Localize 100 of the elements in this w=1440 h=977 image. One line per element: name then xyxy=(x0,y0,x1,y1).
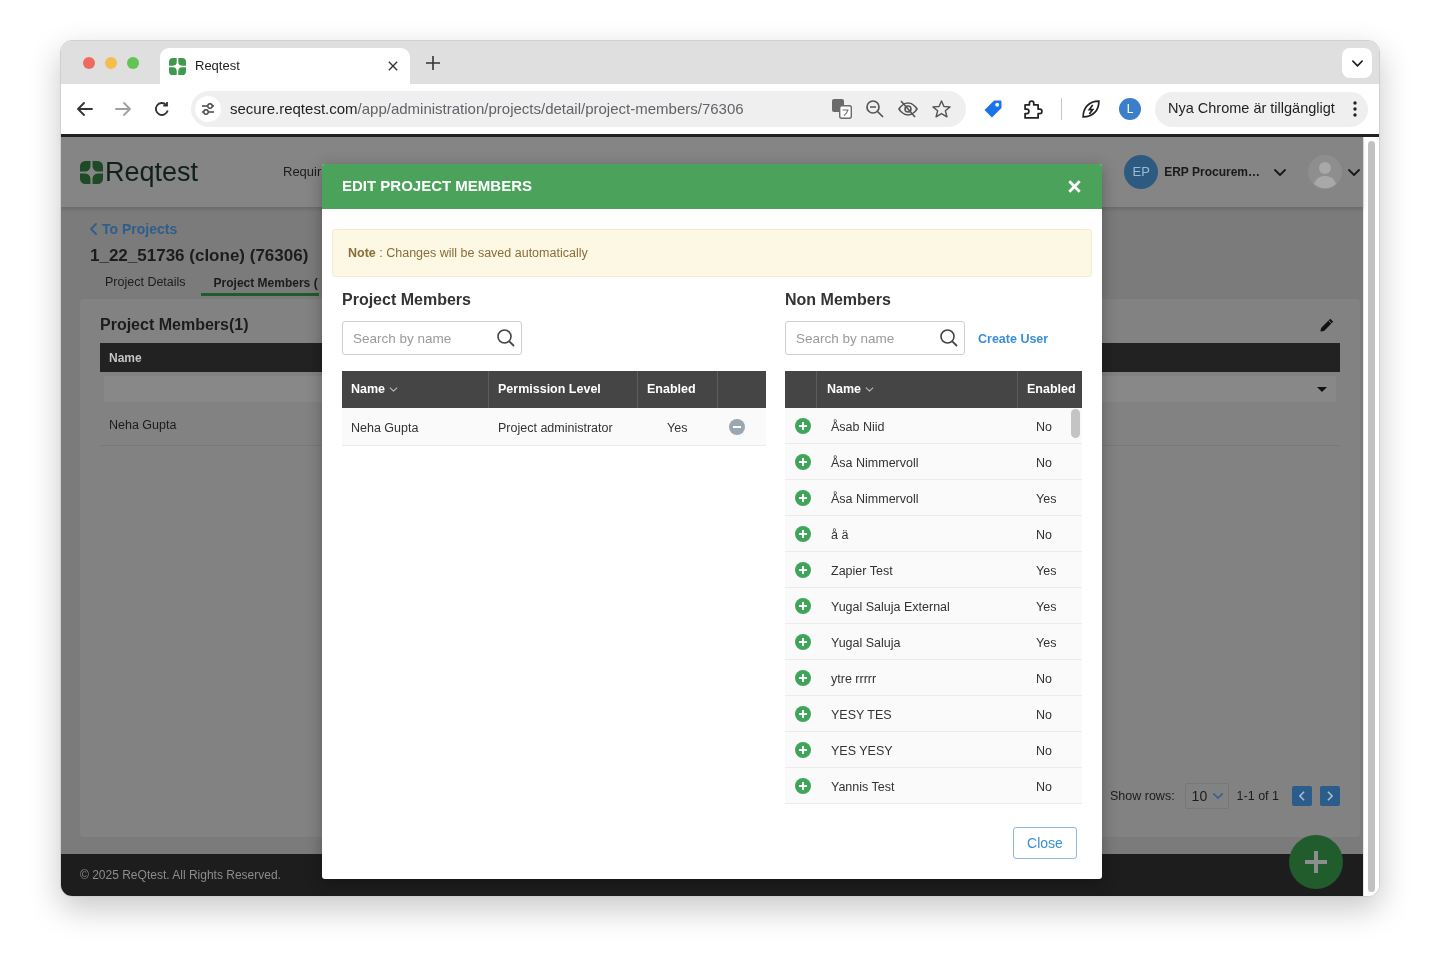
logo-text: Reqtest xyxy=(105,156,199,188)
plus-icon xyxy=(1305,851,1327,873)
table-cell: Yugal Saluja xyxy=(831,635,901,650)
column-header[interactable]: Name xyxy=(827,380,862,399)
table-cell: YESY TES xyxy=(831,707,892,722)
table-cell: å ä xyxy=(831,527,849,542)
table-cell: Yes xyxy=(1036,635,1057,650)
update-chip[interactable]: Nya Chrome är tillgängligt xyxy=(1155,91,1368,127)
table-cell: Åsa Nimmervoll xyxy=(831,455,919,470)
zoom-out-icon[interactable] xyxy=(866,100,884,118)
plus-circle-icon[interactable] xyxy=(795,453,811,470)
plus-circle-icon[interactable] xyxy=(795,669,811,686)
tab[interactable]: Project Details xyxy=(90,272,201,296)
plus-circle-icon[interactable] xyxy=(795,777,811,794)
column-header[interactable]: Name xyxy=(351,380,386,399)
column-header[interactable]: Enabled xyxy=(647,380,696,399)
table-cell: No xyxy=(1036,707,1052,722)
card-title: Project Members(1) xyxy=(100,315,249,335)
tab-list-button[interactable] xyxy=(1342,48,1372,78)
section-heading: Non Members xyxy=(785,290,891,310)
plus-icon[interactable] xyxy=(426,56,440,70)
plus-circle-icon[interactable] xyxy=(795,417,811,434)
forward-arrow-icon[interactable] xyxy=(115,102,131,116)
page-size-select[interactable]: 10 xyxy=(1184,783,1229,809)
note-text: Note : Changes will be saved automatically xyxy=(348,244,588,262)
table-cell: Yes xyxy=(1036,599,1057,614)
chevron-down-icon[interactable] xyxy=(1348,168,1360,176)
plus-circle-icon[interactable] xyxy=(795,705,811,722)
project-avatar[interactable]: EP xyxy=(1124,155,1159,189)
column-header[interactable]: Permission Level xyxy=(498,380,601,399)
nav-link[interactable]: Requir xyxy=(283,162,322,182)
close-window-button[interactable] xyxy=(83,57,95,69)
table-cell: Neha Gupta xyxy=(351,420,419,435)
page-range: 1-1 of 1 xyxy=(1236,787,1279,805)
create-user-link[interactable]: Create User xyxy=(978,329,1049,349)
table-cell: No xyxy=(1036,779,1052,794)
column-header[interactable]: Enabled xyxy=(1027,380,1076,399)
modal-title: EDIT PROJECT MEMBERS xyxy=(342,176,533,197)
project-name[interactable]: ERP Procurem… xyxy=(1164,163,1260,181)
chevron-left-icon xyxy=(90,223,97,235)
table-cell: Zapier Test xyxy=(831,563,893,578)
close-icon[interactable] xyxy=(388,61,398,71)
table-cell: Project administrator xyxy=(498,420,613,435)
clover-logo-icon xyxy=(80,160,103,184)
chevron-left-icon xyxy=(1299,791,1305,801)
address-bar[interactable]: secure.reqtest.com/app/administration/projects/detail/project-members/76306 xyxy=(191,91,966,127)
pencil-icon[interactable] xyxy=(1319,317,1335,333)
url-text: secure.reqtest.com/app/administration/projects/detail/project-members/76306 xyxy=(230,98,744,119)
table-cell: Yes xyxy=(1036,491,1057,506)
plus-circle-icon[interactable] xyxy=(795,741,811,758)
search-icon[interactable] xyxy=(940,329,958,347)
star-icon[interactable] xyxy=(932,100,951,118)
scrollbar-thumb[interactable] xyxy=(1368,141,1375,892)
plus-circle-icon[interactable] xyxy=(795,561,811,578)
tab[interactable]: Project Members ( xyxy=(200,272,319,296)
back-arrow-icon[interactable] xyxy=(77,102,93,116)
table-cell: Yannis Test xyxy=(831,779,895,794)
sliders-icon[interactable] xyxy=(195,96,221,122)
leaf-bolt-icon[interactable] xyxy=(1082,100,1100,118)
copyright-text: © 2025 ReQtest. All Rights Reserved. xyxy=(80,867,281,884)
chevron-down-icon[interactable] xyxy=(1274,168,1286,176)
table-cell: No xyxy=(1036,419,1052,434)
show-rows-label: Show rows: xyxy=(1110,787,1175,805)
maximize-window-button[interactable] xyxy=(127,57,139,69)
table-cell: No xyxy=(1036,527,1052,542)
table-cell: Yes xyxy=(1036,563,1057,578)
search-field[interactable]: Search by name xyxy=(785,321,965,355)
plus-circle-icon[interactable] xyxy=(795,489,811,506)
table-cell: ytre rrrrr xyxy=(831,671,877,686)
kebab-menu-icon[interactable] xyxy=(1353,101,1357,117)
table-cell: No xyxy=(1036,671,1052,686)
table-cell: YES YESY xyxy=(831,743,893,758)
search-icon[interactable] xyxy=(497,329,515,347)
chevron-right-icon xyxy=(1327,791,1333,801)
user-avatar-icon[interactable] xyxy=(1308,155,1342,189)
column-header: Name xyxy=(109,349,142,367)
table-cell: No xyxy=(1036,455,1052,470)
tag-icon[interactable] xyxy=(984,100,1002,118)
plus-circle-icon[interactable] xyxy=(795,525,811,542)
plus-circle-icon[interactable] xyxy=(795,633,811,650)
next-page-button[interactable] xyxy=(1320,786,1340,806)
eye-slash-icon[interactable] xyxy=(898,100,918,118)
table-cell: Åsa Nimmervoll xyxy=(831,491,919,506)
translate-icon[interactable] xyxy=(832,99,852,119)
table-cell: No xyxy=(1036,743,1052,758)
search-field[interactable]: Search by name xyxy=(342,321,522,355)
reload-icon[interactable] xyxy=(154,101,170,117)
close-button[interactable]: Close xyxy=(1013,827,1077,859)
browser-tab[interactable]: Reqtest xyxy=(160,48,410,84)
previous-page-button[interactable] xyxy=(1292,786,1312,806)
scrollbar-thumb[interactable] xyxy=(1071,409,1080,438)
profile-avatar[interactable]: L xyxy=(1119,98,1141,120)
chevron-down-icon xyxy=(1212,793,1223,799)
puzzle-icon[interactable] xyxy=(1024,99,1043,119)
project-title: 1_22_51736 (clone) (76306) xyxy=(90,245,309,267)
minus-circle-icon[interactable] xyxy=(729,418,745,435)
table-cell: Åsab Niid xyxy=(831,419,885,434)
plus-circle-icon[interactable] xyxy=(795,597,811,614)
table-cell: Yes xyxy=(667,420,688,435)
caret-down-icon xyxy=(1317,386,1327,392)
